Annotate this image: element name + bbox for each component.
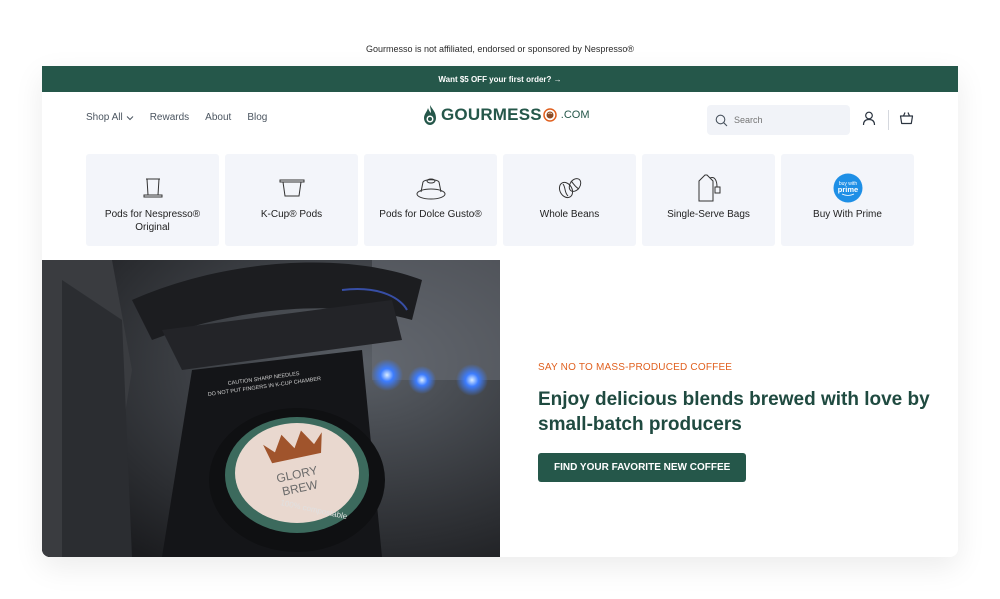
cart-icon[interactable]	[899, 111, 914, 125]
nav-rewards[interactable]: Rewards	[150, 112, 189, 123]
hero-headline: Enjoy delicious blends brewed with love …	[538, 389, 930, 435]
disclaimer-text: Gourmesso is not affiliated, endorsed or…	[365, 44, 635, 54]
category-label: Buy With Prime	[813, 209, 882, 220]
user-account-icon[interactable]	[862, 111, 876, 126]
hero-section: CAUTION SHARP NEEDLES DO NOT PUT FINGERS…	[42, 260, 958, 557]
chevron-down-icon	[126, 115, 134, 120]
category-label: Single-Serve Bags	[667, 209, 750, 220]
category-label: K-Cup® Pods	[260, 209, 323, 220]
promo-banner[interactable]: Want $5 OFF your first order? →	[42, 66, 958, 92]
site-header: Shop All Rewards About Blog GOURMESS .CO…	[42, 92, 958, 150]
search-icon	[715, 114, 728, 126]
dolce-gusto-pod-icon	[416, 178, 445, 200]
find-coffee-button[interactable]: FIND YOUR FAVORITE NEW COFFEE	[538, 453, 747, 482]
nav-about[interactable]: About	[205, 112, 231, 123]
browser-page: Want $5 OFF your first order? → Shop All…	[42, 66, 958, 557]
nav-shop-all[interactable]: Shop All	[86, 112, 134, 123]
hero-eyebrow: SAY NO TO MASS-PRODUCED COFFEE	[538, 362, 733, 373]
nespresso-pod-icon	[143, 178, 162, 198]
prime-badge-icon: buy with prime	[833, 173, 862, 203]
category-k-cup[interactable]: K-Cup® Pods	[225, 154, 358, 246]
search-input[interactable]	[734, 115, 834, 125]
logo-wordmark: GOURMESS	[441, 105, 542, 124]
tea-bag-icon	[698, 174, 720, 202]
coffee-cup-logo-icon	[543, 108, 557, 122]
category-single-serve-bags[interactable]: Single-Serve Bags	[642, 154, 775, 246]
coffee-beans-icon	[558, 178, 581, 199]
category-label: Whole Beans	[539, 209, 600, 220]
category-label: Pods for Dolce Gusto®	[379, 209, 482, 220]
nav-blog[interactable]: Blog	[247, 112, 267, 123]
category-whole-beans[interactable]: Whole Beans	[503, 154, 636, 246]
category-grid: Pods for Nespresso® Original K-Cup® Pods…	[86, 154, 914, 246]
flame-logo-icon	[424, 105, 436, 125]
site-logo[interactable]: GOURMESS .COM	[422, 104, 590, 126]
k-cup-icon	[279, 179, 304, 197]
category-dolce-gusto[interactable]: Pods for Dolce Gusto®	[364, 154, 497, 246]
prime-badge-line2: prime	[837, 185, 857, 194]
search-box[interactable]	[707, 105, 850, 135]
logo-suffix: .COM	[560, 109, 590, 121]
category-label: Pods for Nespresso® Original	[104, 209, 201, 233]
category-buy-with-prime[interactable]: buy with prime Buy With Prime	[781, 154, 914, 246]
main-nav: Shop All Rewards About Blog	[86, 112, 267, 123]
nav-shop-all-label: Shop All	[86, 112, 123, 123]
hero-image: CAUTION SHARP NEEDLES DO NOT PUT FINGERS…	[42, 260, 500, 557]
hero-copy: SAY NO TO MASS-PRODUCED COFFEE Enjoy del…	[538, 362, 938, 482]
brewer-photo: CAUTION SHARP NEEDLES DO NOT PUT FINGERS…	[42, 260, 500, 557]
header-divider	[888, 110, 889, 130]
category-nespresso[interactable]: Pods for Nespresso® Original	[86, 154, 219, 246]
